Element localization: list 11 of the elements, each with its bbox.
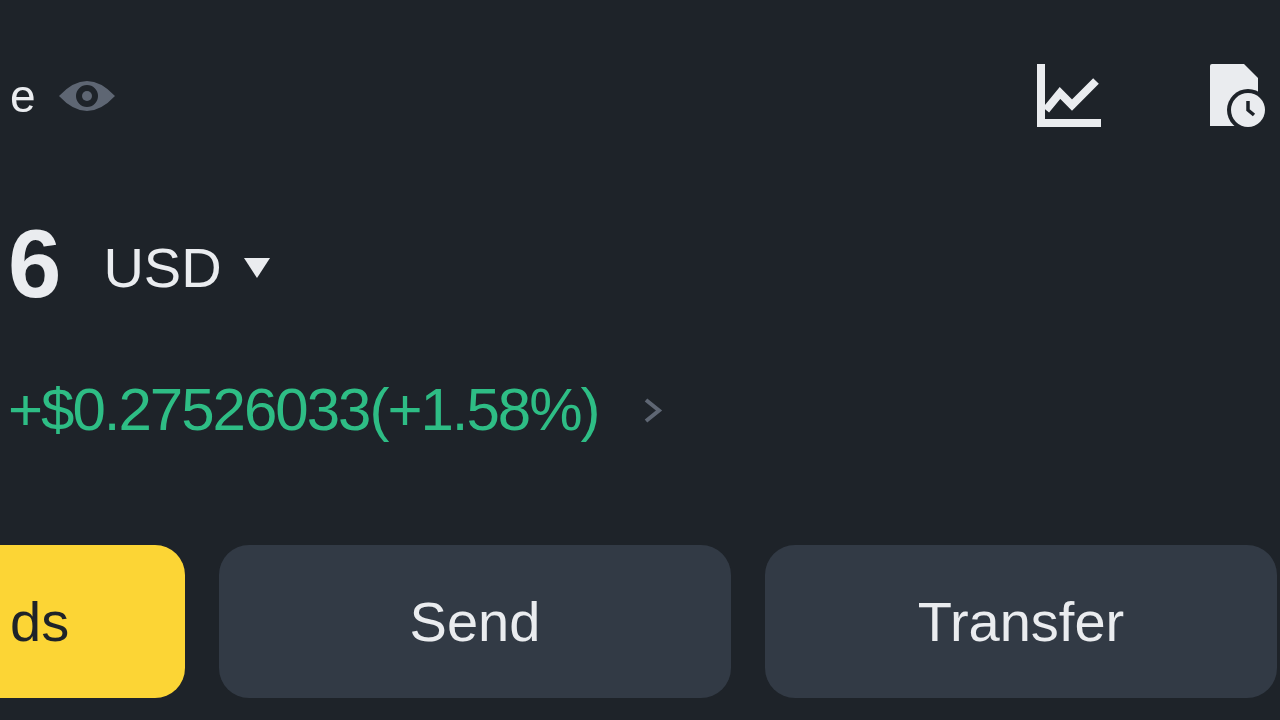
balance-amount: 6: [8, 216, 62, 312]
currency-dropdown[interactable]: USD: [103, 240, 270, 296]
balance-label: e: [10, 72, 36, 119]
chevron-right-icon[interactable]: [642, 396, 663, 424]
caret-icon: [243, 258, 270, 278]
pnl-change-text: +$0.27526033(+1.58%): [8, 380, 599, 440]
line-chart-icon[interactable]: [1037, 64, 1101, 127]
document-clock-icon[interactable]: [1210, 63, 1266, 128]
action-button[interactable]: Transfer: [765, 545, 1277, 698]
action-button[interactable]: Send: [219, 545, 731, 698]
primary-button[interactable]: ds: [0, 545, 185, 698]
